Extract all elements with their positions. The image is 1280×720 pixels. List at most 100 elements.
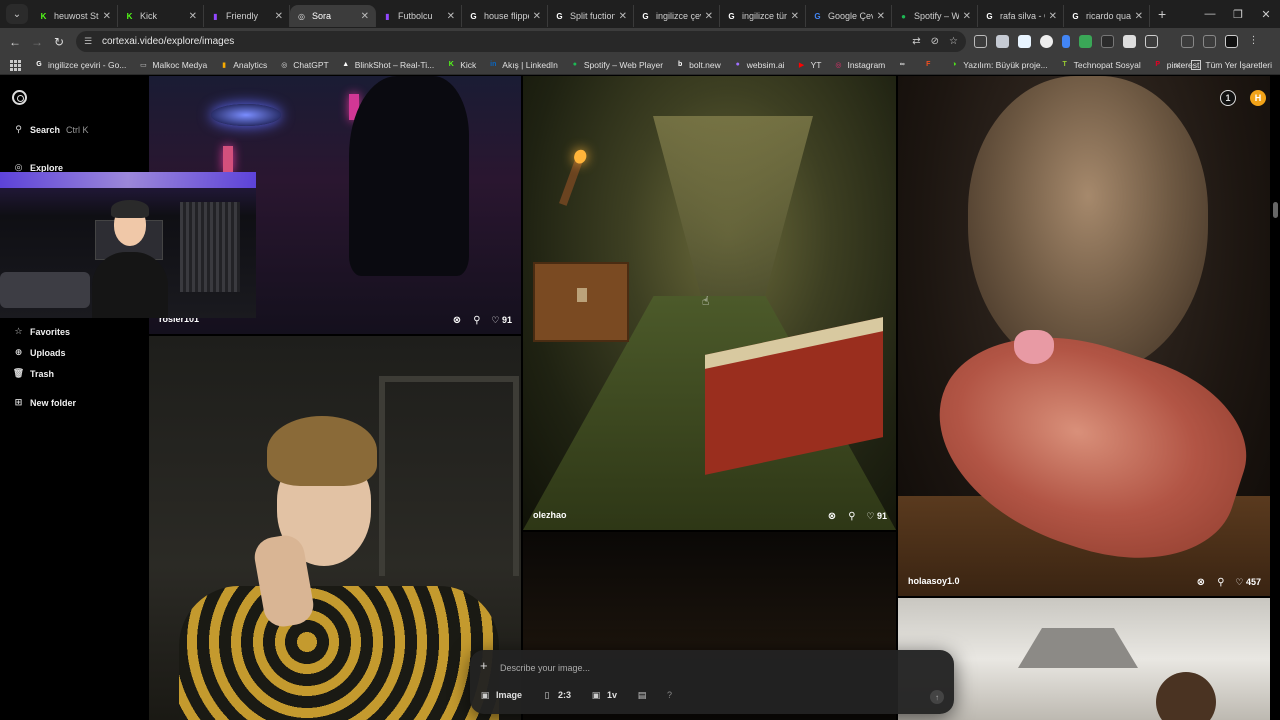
close-icon[interactable]: ✕ (533, 11, 541, 22)
close-icon[interactable]: ✕ (275, 11, 283, 22)
close-icon[interactable]: ✕ (963, 11, 971, 22)
address-bar[interactable]: ☰ cortexai.video/explore/images ⇄ ⊘ ☆ (76, 31, 966, 52)
browser-tab[interactable]: G Google Çev ✕ (806, 5, 892, 27)
zoom-icon[interactable]: ⚲ (846, 511, 857, 522)
browser-tab[interactable]: Ghouse flippe ✕ (462, 5, 548, 27)
reload-button[interactable]: ↻ (48, 35, 70, 49)
browser-tab[interactable]: G Split fuction ✕ (548, 5, 634, 27)
scrollbar-thumb[interactable] (1273, 202, 1278, 218)
sidebar-search[interactable]: ⚲ Search Ctrl K (13, 124, 88, 135)
download-icon[interactable] (1181, 35, 1194, 48)
remix-icon[interactable]: ⊗ (451, 315, 462, 326)
remix-icon[interactable]: ⊗ (1195, 577, 1206, 588)
minimize-button[interactable]: — (1196, 8, 1224, 20)
bookmark-item[interactable]: b bolt.new (675, 60, 721, 70)
browser-tab[interactable]: Gricardo qua ✕ (1064, 5, 1150, 27)
close-icon[interactable]: ✕ (877, 11, 885, 22)
close-icon[interactable]: ✕ (619, 11, 627, 22)
type-selector[interactable]: ▣ Image (480, 690, 522, 701)
help-button[interactable]: ? (667, 690, 672, 700)
card-username[interactable]: olezhao (533, 510, 567, 520)
browser-tab[interactable]: ▮ Futbolcu ✕ (376, 5, 462, 27)
presets-button[interactable]: ▤ (637, 690, 647, 700)
gallery-card-man[interactable] (149, 336, 521, 720)
bookmark-item[interactable]: ● Spotify – Web Player (570, 60, 663, 70)
close-icon[interactable]: ✕ (103, 11, 111, 22)
close-icon[interactable]: ✕ (1049, 11, 1057, 22)
bookmark-item[interactable]: ∞ (897, 60, 911, 70)
green-extension-icon[interactable] (1079, 35, 1092, 48)
site-info-icon[interactable]: ☰ (84, 36, 96, 48)
chevron-right-icon[interactable]: » (1175, 60, 1180, 70)
play-extension-icon[interactable] (1062, 35, 1070, 48)
browser-tab[interactable]: ▮ Friendly ✕ (204, 5, 290, 27)
bookmark-item[interactable]: in Akış | LinkedIn (488, 60, 558, 70)
close-icon[interactable]: ✕ (189, 11, 197, 22)
browser-tab[interactable]: ● Spotify – We ✕ (892, 5, 978, 27)
close-icon[interactable]: ✕ (791, 11, 799, 22)
browser-menu-icon[interactable]: ⋮ (1247, 35, 1260, 48)
add-attachment-button[interactable]: + (480, 658, 488, 673)
like-button[interactable]: ♡ 91 (491, 315, 512, 326)
gallery-card-cat[interactable]: holaasoy1.0 ⊗ ⚲ ♡ 457 (898, 76, 1270, 596)
close-icon[interactable]: ✕ (447, 11, 455, 22)
aspect-ratio-selector[interactable]: ▯ 2:3 (542, 690, 572, 701)
card-username[interactable]: holaasoy1.0 (908, 576, 960, 586)
eye-off-icon[interactable]: ⊘ (931, 36, 939, 47)
close-window-button[interactable]: ✕ (1252, 8, 1280, 21)
user-avatar[interactable]: H (1250, 90, 1266, 106)
bookmark-item[interactable]: ▮ Analytics (219, 60, 267, 70)
bookmark-item[interactable]: ◎ ChatGPT (279, 60, 329, 70)
picture-extension-icon[interactable] (1123, 35, 1136, 48)
browser-tab[interactable]: Gingilizce çev ✕ (634, 5, 720, 27)
prompt-input[interactable] (500, 660, 920, 676)
sora-logo-icon[interactable] (12, 90, 27, 105)
remix-icon[interactable]: ⊗ (826, 511, 837, 522)
bookmark-item[interactable]: ◎ Instagram (833, 60, 885, 70)
notification-badge[interactable]: 1 (1220, 90, 1236, 106)
sidebar-item-new-folder[interactable]: ⊞ New folder (13, 397, 76, 408)
box-extension-icon[interactable] (1018, 35, 1031, 48)
like-button[interactable]: ♡ 457 (1235, 577, 1261, 588)
all-bookmarks[interactable]: » Tüm Yer İşaretleri (1175, 59, 1272, 70)
tab-search-button[interactable]: ⌄ (6, 4, 28, 24)
browser-tab[interactable]: Gingilizce tür ✕ (720, 5, 806, 27)
bookmark-item[interactable]: ● websim.ai (733, 60, 785, 70)
sidebar-item-favorites[interactable]: ☆ Favorites (13, 326, 70, 337)
zoom-icon[interactable]: ⚲ (1215, 577, 1226, 588)
send-button[interactable]: ↑ (930, 690, 944, 704)
bookmark-item[interactable]: F (923, 60, 937, 70)
sidebar-item-uploads[interactable]: ⊕ Uploads (13, 347, 66, 358)
bookmark-item[interactable]: T Technopat Sosyal (1060, 60, 1141, 70)
bookmark-item[interactable]: K Kick (446, 60, 477, 70)
bookmark-item[interactable]: Gingilizce çeviri - Go... (34, 60, 126, 70)
lens-extension-icon[interactable] (974, 35, 987, 48)
translate-icon[interactable]: ⇄ (912, 36, 920, 47)
zoom-icon[interactable]: ⚲ (471, 315, 482, 326)
back-button[interactable]: ← (4, 35, 26, 49)
bookmark-star-icon[interactable]: ☆ (949, 36, 958, 47)
dash-extension-icon[interactable] (1101, 35, 1114, 48)
bookmark-item[interactable]: ▶ YT (797, 60, 822, 70)
new-tab-button[interactable]: + (1158, 6, 1166, 22)
browser-tab[interactable]: ◎ Sora ✕ (290, 5, 376, 27)
browser-tab[interactable]: Kheuwost Str ✕ (32, 5, 118, 27)
circle-extension-icon[interactable] (1040, 35, 1053, 48)
browser-tab[interactable]: Grafa silva - G ✕ (978, 5, 1064, 27)
browser-tab[interactable]: K Kick ✕ (118, 5, 204, 27)
sidebar-item-trash[interactable]: 🗑 Trash (13, 368, 54, 379)
close-icon[interactable]: ✕ (1135, 11, 1143, 22)
bookmark-item[interactable]: ▲ BlinkShot – Real-Ti... (341, 60, 434, 70)
variations-selector[interactable]: ▣ 1v (591, 690, 617, 701)
maximize-button[interactable]: ❐ (1224, 8, 1252, 21)
profile-icon[interactable] (1225, 35, 1238, 48)
bookmark-item[interactable]: ▭ Malkoc Medya (138, 60, 207, 70)
like-button[interactable]: ♡ 91 (866, 511, 887, 522)
media-control-icon[interactable] (1203, 35, 1216, 48)
forward-button[interactable]: → (26, 35, 48, 49)
bookmark-item[interactable]: ◑ Yazılım: Büyük proje... (949, 60, 1048, 70)
close-icon[interactable]: ✕ (705, 11, 713, 22)
shield-extension-icon[interactable] (996, 35, 1009, 48)
apps-grid-icon[interactable] (10, 59, 21, 71)
close-icon[interactable]: ✕ (361, 11, 369, 22)
